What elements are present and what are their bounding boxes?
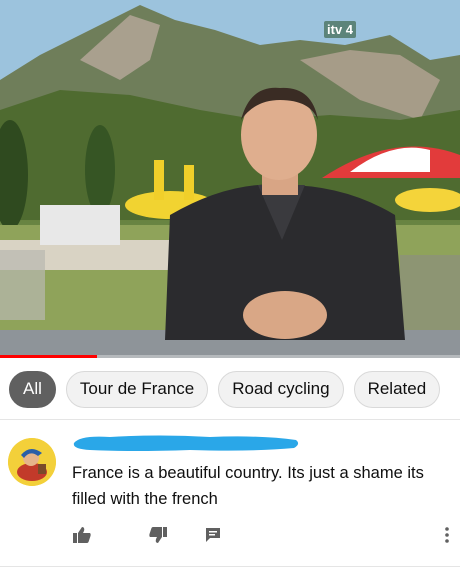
chip-related[interactable]: Related [353,370,441,408]
comment-item: France is a beautiful country. Its just … [0,420,460,568]
video-player[interactable]: itv 4 [0,0,460,358]
comment-text: France is a beautiful country. Its just … [72,464,424,508]
video-frame [0,0,460,358]
thumbs-up-icon[interactable] [71,524,93,546]
channel-logo-text: itv 4 [324,20,357,38]
video-progress-bar[interactable] [0,355,460,358]
more-vert-icon[interactable] [436,524,458,546]
chip-road-cycling[interactable]: Road cycling [218,370,344,408]
avatar[interactable] [8,438,56,486]
video-progress-fill [0,355,97,358]
chip-all[interactable]: All [9,370,56,408]
filter-chips: All Tour de France Road cycling Related [0,366,460,412]
thumbs-down-icon[interactable] [147,524,169,546]
chip-tour-de-france[interactable]: Tour de France [65,370,209,408]
channel-logo: itv 4 [324,19,364,39]
username-redacted [70,432,302,454]
comment-actions [0,524,460,550]
bottom-divider [0,566,460,567]
reply-icon[interactable] [202,524,224,546]
